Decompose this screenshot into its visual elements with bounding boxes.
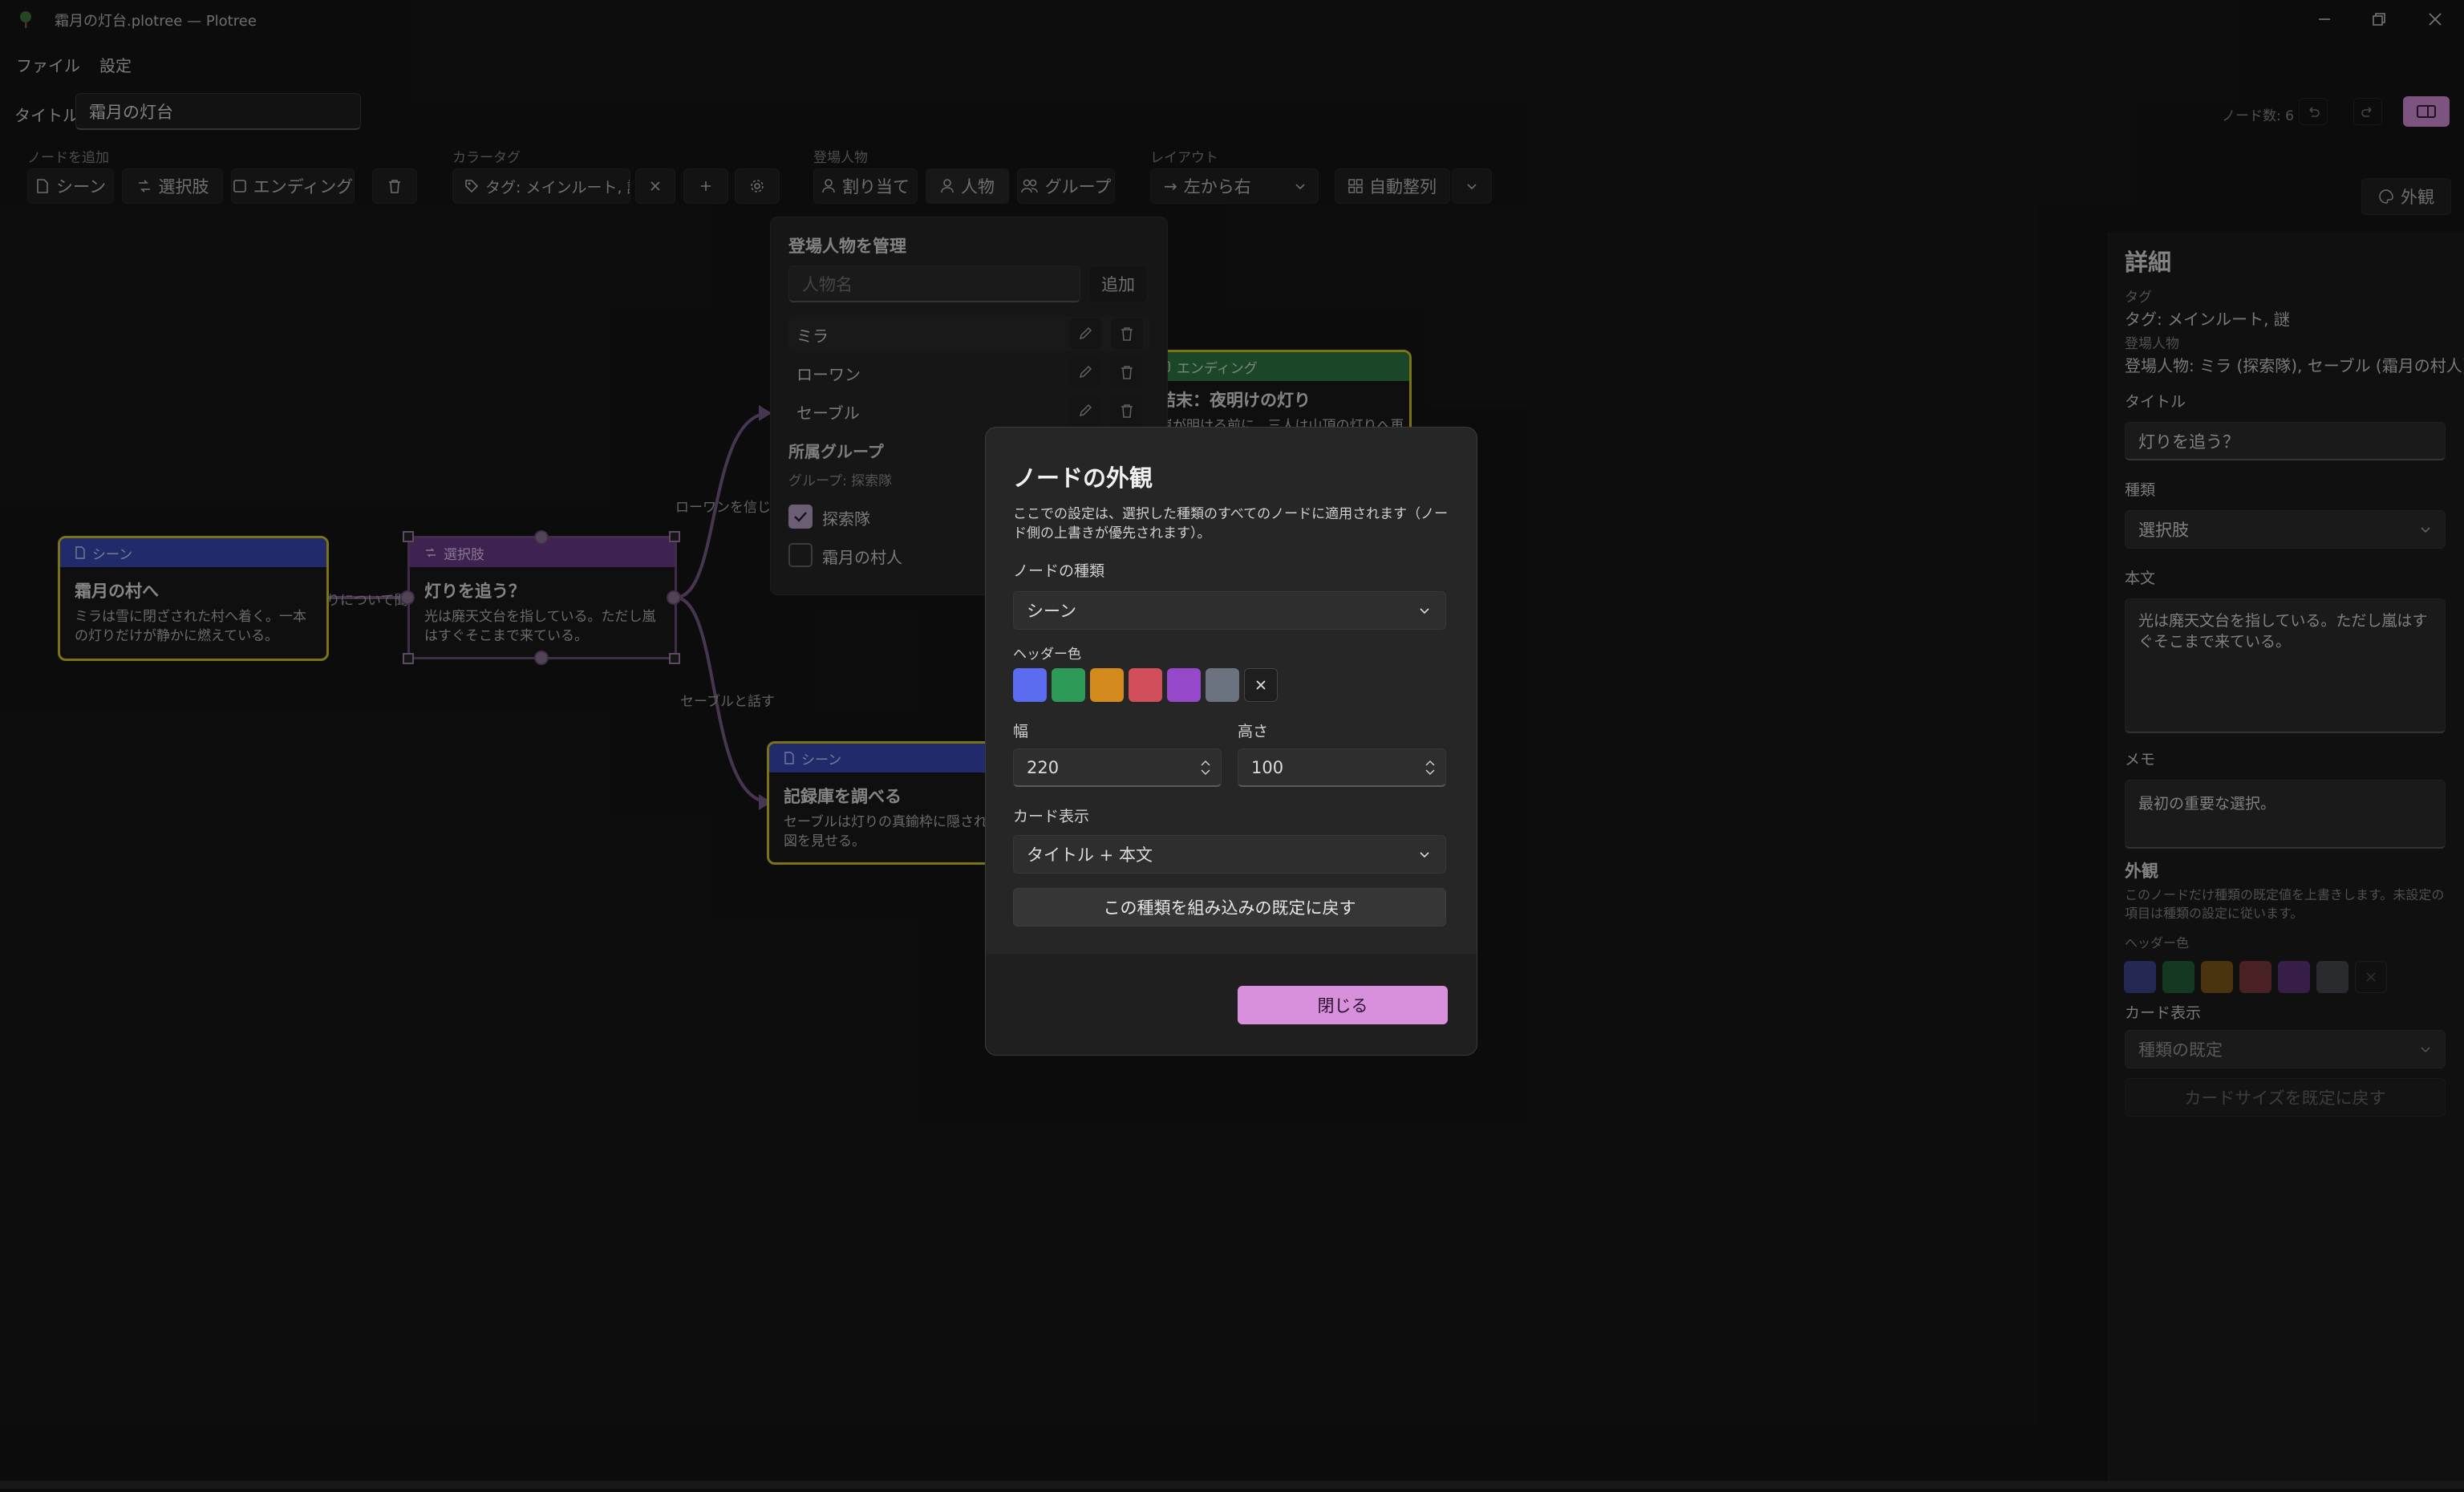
clear-color-button[interactable] bbox=[1244, 668, 1278, 702]
swatch-orange[interactable] bbox=[1090, 668, 1124, 702]
spinner-icon[interactable] bbox=[1200, 759, 1211, 776]
width-input[interactable]: 220 bbox=[1013, 748, 1222, 787]
width-label: 幅 bbox=[1013, 723, 1029, 740]
close-dialog-button[interactable]: 閉じる bbox=[1238, 986, 1448, 1024]
node-type-value: シーン bbox=[1027, 602, 1076, 621]
card-display-select[interactable]: タイトル + 本文 bbox=[1013, 835, 1446, 874]
width-value: 220 bbox=[1027, 757, 1060, 777]
height-label: 高さ bbox=[1238, 723, 1269, 740]
dialog-description: ここでの設定は、選択した種類のすべてのノードに適用されます（ノード側の上書きが優… bbox=[1013, 506, 1449, 541]
spinner-icon[interactable] bbox=[1424, 759, 1436, 776]
reset-type-button[interactable]: この種類を組み込みの既定に戻す bbox=[1013, 888, 1446, 926]
card-display-value: タイトル + 本文 bbox=[1027, 845, 1153, 865]
swatch-purple[interactable] bbox=[1167, 668, 1201, 702]
card-display-label: カード表示 bbox=[1013, 808, 1090, 825]
swatch-gray[interactable] bbox=[1206, 668, 1239, 702]
swatch-green[interactable] bbox=[1052, 668, 1085, 702]
chevron-down-icon bbox=[1420, 852, 1429, 858]
dialog-title: ノードの外観 bbox=[1013, 464, 1153, 492]
chevron-down-icon bbox=[1420, 608, 1429, 614]
node-appearance-dialog: ノードの外観 ここでの設定は、選択した種類のすべてのノードに適用されます（ノード… bbox=[985, 427, 1477, 1056]
node-type-label: ノードの種類 bbox=[1013, 562, 1105, 580]
swatch-blue[interactable] bbox=[1013, 668, 1047, 702]
height-value: 100 bbox=[1251, 757, 1284, 777]
swatch-red[interactable] bbox=[1129, 668, 1162, 702]
height-input[interactable]: 100 bbox=[1238, 748, 1446, 787]
node-type-select[interactable]: シーン bbox=[1013, 591, 1446, 630]
close-icon bbox=[1256, 680, 1266, 690]
header-color-label: ヘッダー色 bbox=[1013, 647, 1081, 663]
